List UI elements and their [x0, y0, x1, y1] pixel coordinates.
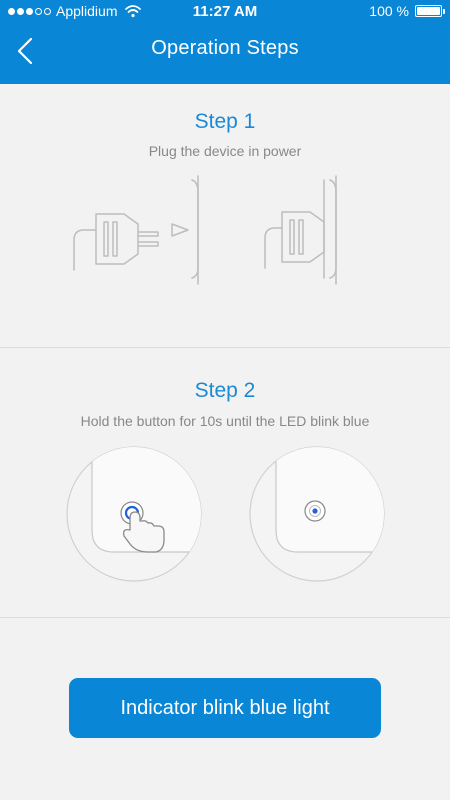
indicator-blink-blue-button[interactable]: Indicator blink blue light	[69, 678, 381, 738]
battery-icon	[415, 5, 445, 17]
header: Applidium 11:27 AM 100 % Operation Steps	[0, 0, 450, 84]
step1-title: Step 1	[194, 110, 256, 133]
battery-percent: 100 %	[369, 3, 409, 19]
button-press-illustration	[66, 446, 385, 582]
step1-description: Plug the device in power	[148, 143, 302, 159]
plug-inserted-icon	[264, 175, 337, 285]
finger-press-icon	[66, 446, 202, 582]
status-right: 100 %	[369, 3, 445, 19]
plug-unplugged-icon	[73, 175, 199, 285]
led-blink-icon	[249, 446, 385, 582]
status-bar: Applidium 11:27 AM 100 %	[0, 0, 450, 24]
step2-title: Step 2	[194, 379, 256, 402]
plug-illustration	[73, 175, 337, 285]
step2-description: Hold the button for 10s until the LED bl…	[80, 413, 370, 429]
page-title: Operation Steps	[151, 37, 299, 59]
divider	[0, 347, 450, 348]
divider	[0, 617, 450, 618]
